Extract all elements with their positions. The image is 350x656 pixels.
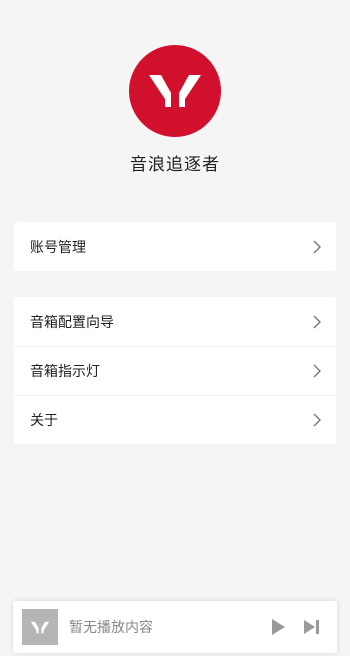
- chevron-right-icon: [313, 315, 321, 328]
- skip-next-icon: [304, 620, 319, 634]
- album-thumbnail[interactable]: [22, 609, 58, 645]
- menu-item-account-management[interactable]: 账号管理: [14, 222, 336, 271]
- chevron-right-icon: [313, 413, 321, 427]
- chevron-right-icon: [313, 364, 321, 378]
- account-card: 账号管理: [14, 222, 336, 271]
- y-brand-logo-icon: [149, 75, 201, 107]
- y-brand-logo-icon: [30, 621, 50, 633]
- menu-item-label: 关于: [30, 413, 58, 429]
- now-playing-text: 暂无播放内容: [69, 620, 153, 636]
- mini-player[interactable]: 暂无播放内容: [13, 601, 337, 653]
- play-button[interactable]: [263, 612, 293, 642]
- menu-item-speaker-indicator-light[interactable]: 音箱指示灯: [14, 346, 336, 395]
- brand-logo: [129, 45, 221, 137]
- profile-name: 音浪追逐者: [130, 155, 220, 175]
- menu-item-speaker-setup-wizard[interactable]: 音箱配置向导: [14, 297, 336, 346]
- menu-item-label: 音箱配置向导: [30, 314, 114, 331]
- chevron-right-icon: [313, 240, 321, 253]
- next-track-button[interactable]: [297, 612, 327, 642]
- menu-item-label: 账号管理: [30, 239, 86, 256]
- menu-item-label: 音箱指示灯: [30, 364, 100, 380]
- play-icon: [272, 619, 285, 635]
- settings-card: 音箱配置向导 音箱指示灯 关于: [14, 297, 336, 444]
- menu-item-about[interactable]: 关于: [14, 395, 336, 444]
